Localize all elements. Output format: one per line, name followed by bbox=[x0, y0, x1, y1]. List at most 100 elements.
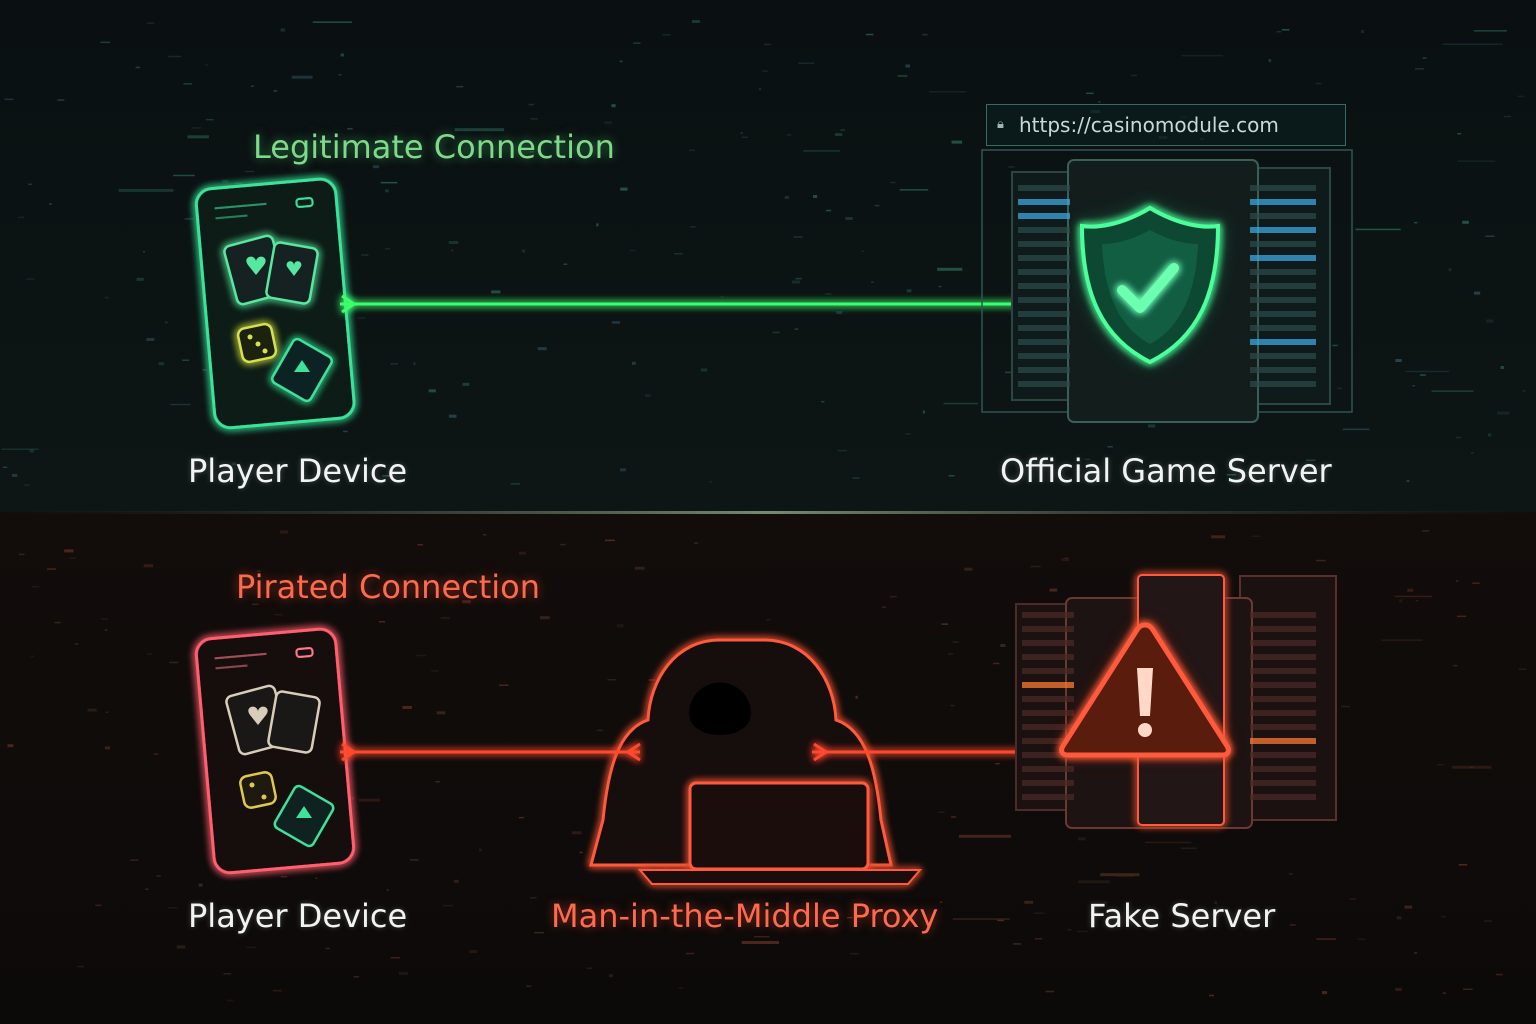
data-stream-dot bbox=[906, 289, 912, 293]
data-stream-dot bbox=[479, 848, 482, 852]
data-stream-dot bbox=[951, 140, 963, 144]
data-stream-dot bbox=[1412, 385, 1415, 387]
data-stream-dot bbox=[596, 729, 604, 732]
data-stream-dot bbox=[1289, 924, 1296, 926]
data-stream-dot bbox=[105, 711, 109, 713]
data-stream-dot bbox=[1086, 92, 1094, 95]
server-slot bbox=[1018, 325, 1070, 331]
data-stream-dot bbox=[7, 744, 14, 748]
data-stream-dot bbox=[948, 653, 953, 655]
data-stream-dot bbox=[315, 877, 318, 879]
data-stream-dot bbox=[169, 661, 179, 664]
data-stream-dot bbox=[205, 64, 208, 66]
data-stream-dot bbox=[167, 907, 178, 909]
data-stream-dot bbox=[607, 679, 616, 681]
data-stream-dot bbox=[222, 179, 229, 183]
data-stream-dot bbox=[821, 400, 825, 403]
server-slot bbox=[1250, 269, 1316, 275]
data-stream-dot bbox=[168, 55, 182, 58]
data-stream-dot bbox=[176, 945, 186, 949]
data-stream-dot bbox=[1077, 930, 1089, 933]
data-stream-dot bbox=[890, 181, 896, 184]
data-stream-dot bbox=[451, 249, 454, 252]
data-stream-dot bbox=[941, 623, 949, 625]
server-slot bbox=[1022, 696, 1074, 702]
data-stream-dot bbox=[104, 629, 108, 631]
data-stream-dot bbox=[1405, 370, 1450, 373]
server-slot bbox=[1018, 297, 1070, 303]
data-stream-dot bbox=[700, 368, 708, 372]
section-divider bbox=[0, 511, 1536, 514]
data-stream-dot bbox=[198, 883, 203, 887]
data-stream-dot bbox=[469, 950, 478, 953]
data-stream-dot bbox=[251, 85, 254, 87]
data-stream-dot bbox=[156, 875, 161, 877]
data-stream-dot bbox=[1045, 990, 1055, 993]
data-stream-dot bbox=[1131, 74, 1137, 77]
server-slot bbox=[1250, 185, 1316, 191]
data-stream-dot bbox=[49, 203, 52, 205]
data-stream-dot bbox=[791, 280, 800, 284]
server-slot bbox=[1250, 227, 1316, 233]
phone-icon bbox=[194, 177, 356, 430]
data-stream-dot bbox=[861, 250, 865, 252]
data-stream-dot bbox=[534, 931, 544, 934]
server-slot bbox=[1250, 381, 1316, 387]
data-stream-dot bbox=[1485, 235, 1495, 237]
data-stream-dot bbox=[1457, 160, 1496, 162]
data-stream-dot bbox=[491, 290, 501, 294]
legit-client-label: Player Device bbox=[188, 452, 408, 490]
server-slot bbox=[1250, 241, 1316, 247]
server-slot bbox=[1018, 353, 1070, 359]
data-stream-dot bbox=[741, 136, 748, 138]
data-stream-dot bbox=[825, 293, 832, 295]
data-stream-dot bbox=[417, 544, 423, 546]
data-stream-dot bbox=[1399, 599, 1403, 603]
data-stream-dot bbox=[922, 33, 928, 36]
data-stream-dot bbox=[741, 941, 779, 944]
data-stream-dot bbox=[1342, 428, 1370, 431]
data-stream-dot bbox=[648, 679, 655, 681]
data-stream-dot bbox=[95, 904, 102, 907]
data-stream-dot bbox=[1457, 615, 1467, 618]
data-stream-dot bbox=[1456, 580, 1459, 582]
data-stream-dot bbox=[1448, 268, 1452, 272]
server-slot bbox=[1022, 640, 1074, 646]
data-stream-dot bbox=[1394, 595, 1433, 598]
data-stream-dot bbox=[1415, 599, 1419, 602]
data-stream-dot bbox=[763, 43, 772, 46]
data-stream-dot bbox=[1414, 221, 1418, 224]
data-stream-dot bbox=[104, 296, 109, 299]
data-stream-dot bbox=[273, 613, 283, 616]
data-stream-dot bbox=[390, 363, 399, 365]
data-stream-dot bbox=[529, 897, 537, 899]
server-slot bbox=[1018, 213, 1070, 219]
data-stream-dot bbox=[353, 976, 360, 978]
data-stream-dot bbox=[428, 389, 436, 393]
data-stream-dot bbox=[874, 204, 880, 207]
data-stream-dot bbox=[794, 328, 799, 330]
data-stream-dot bbox=[937, 267, 963, 271]
data-stream-dot bbox=[1067, 929, 1072, 931]
data-stream-dot bbox=[685, 952, 695, 955]
data-stream-dot bbox=[158, 362, 165, 366]
data-stream-dot bbox=[1442, 43, 1503, 45]
data-stream-dot bbox=[1483, 920, 1492, 922]
data-stream-dot bbox=[153, 753, 159, 755]
data-stream-dot bbox=[11, 473, 18, 477]
data-stream-dot bbox=[1458, 864, 1468, 866]
data-stream-dot bbox=[280, 28, 285, 32]
data-stream-dot bbox=[30, 655, 34, 658]
data-stream-dot bbox=[1035, 938, 1042, 940]
server-slot bbox=[1250, 780, 1316, 786]
data-stream-dot bbox=[559, 543, 566, 546]
data-stream-dot bbox=[922, 410, 925, 414]
data-stream-dot bbox=[431, 670, 439, 672]
data-stream-dot bbox=[604, 539, 615, 542]
data-stream-dot bbox=[1474, 291, 1481, 295]
server-slot bbox=[1250, 640, 1316, 646]
server-slot bbox=[1250, 339, 1316, 345]
data-stream-dot bbox=[1395, 987, 1402, 991]
data-stream-dot bbox=[1422, 530, 1430, 532]
data-stream-dot bbox=[279, 530, 289, 534]
